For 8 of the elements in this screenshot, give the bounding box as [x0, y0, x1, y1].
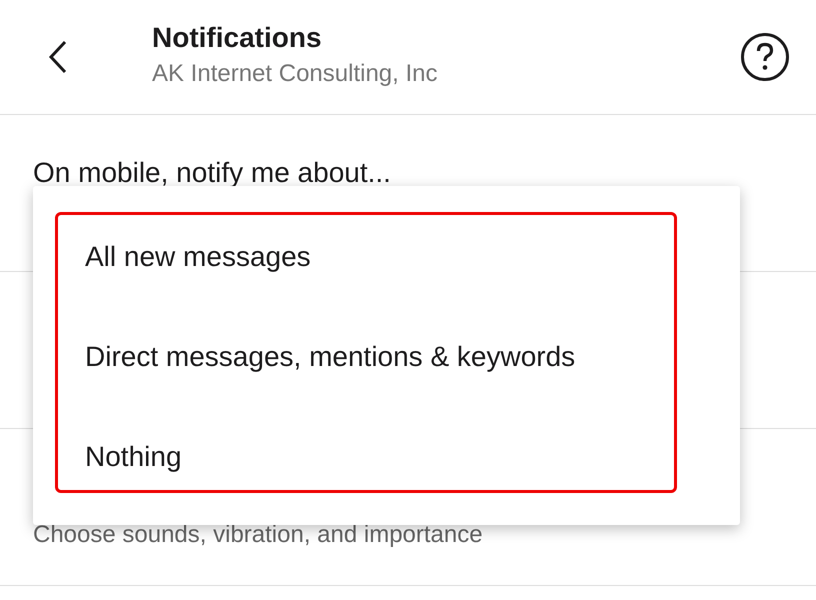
menu-option[interactable]: Direct messages, mentions & keywords	[33, 334, 582, 380]
page-title: Notifications	[152, 22, 323, 54]
workspace-name: AK Internet Consulting, Inc	[152, 60, 438, 88]
menu-option[interactable]: Nothing	[33, 434, 188, 480]
menu-option[interactable]: All new messages	[33, 234, 317, 280]
help-icon[interactable]	[740, 32, 790, 82]
setting-label: On mobile, notify me about...	[33, 157, 391, 189]
setting-description: Choose sounds, vibration, and importance	[33, 521, 483, 549]
